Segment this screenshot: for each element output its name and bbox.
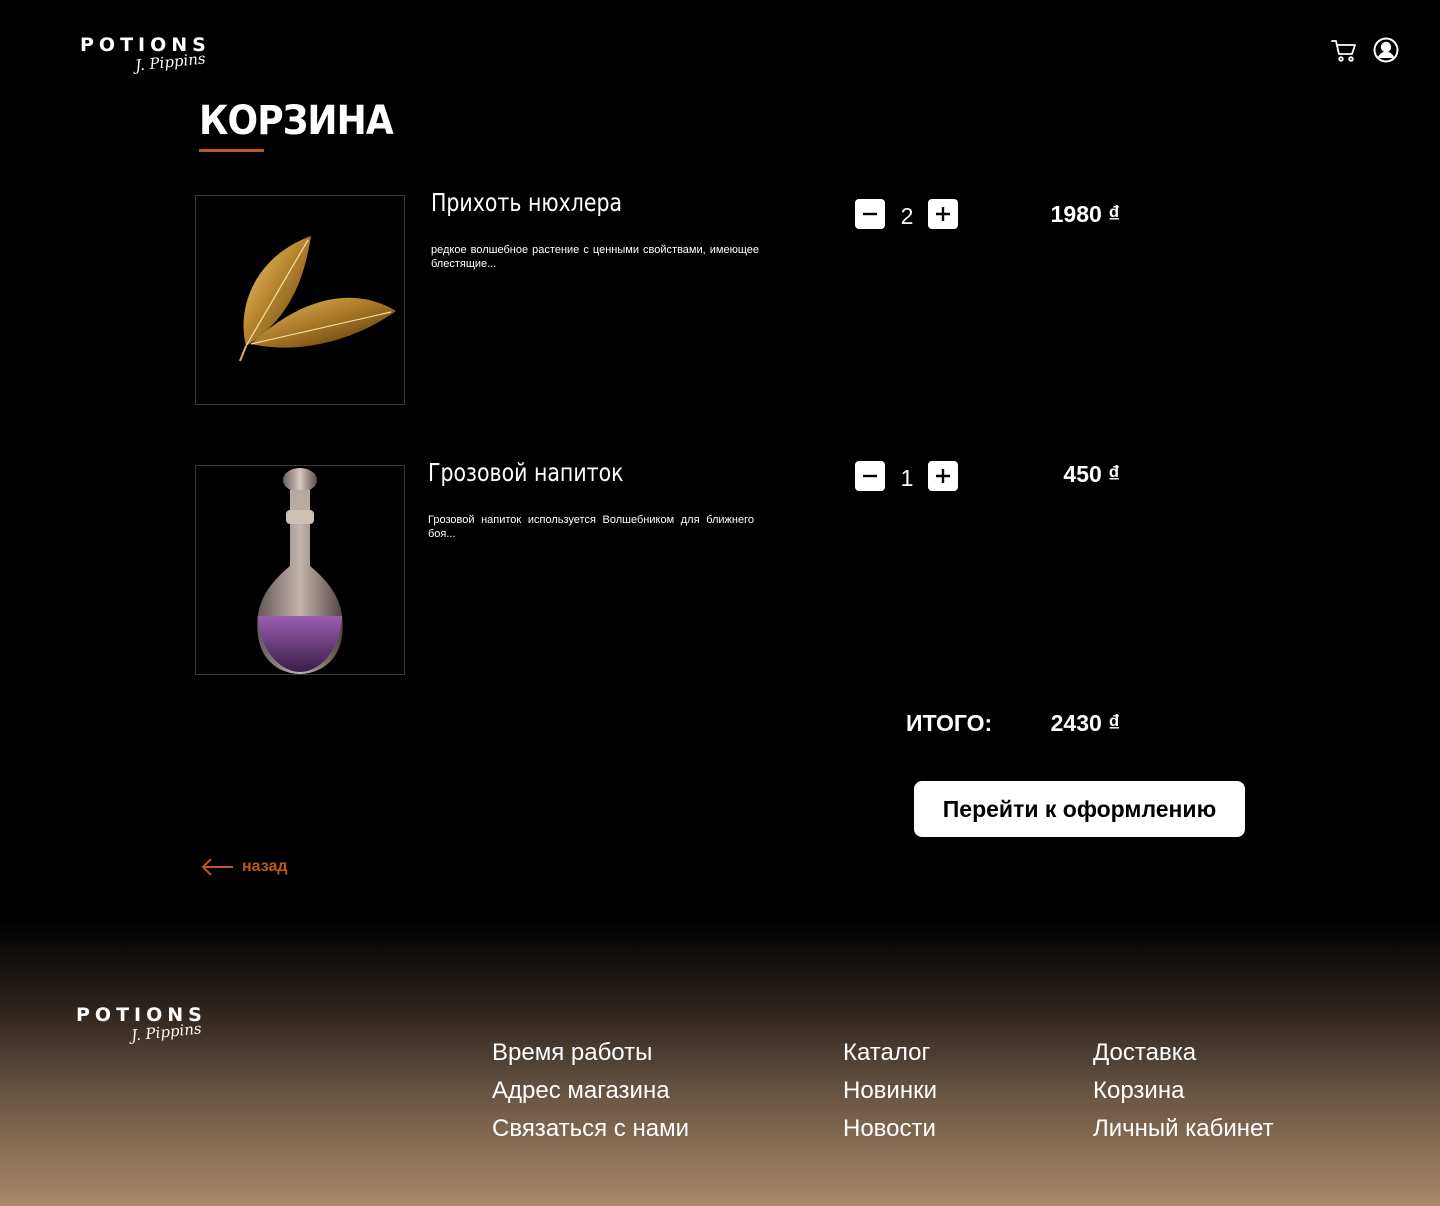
item-name[interactable]: Грозовой напиток [428,458,624,487]
footer-link-account[interactable]: Личный кабинет [1093,1110,1274,1148]
quantity-value: 1 [900,465,914,491]
potion-bottle-image [257,468,343,674]
user-icon[interactable] [1372,36,1400,64]
footer-link-news[interactable]: Новости [843,1110,937,1148]
footer-link-catalog[interactable]: Каталог [843,1034,937,1072]
item-price: 1980 ₫ [1050,201,1120,227]
title-underline [199,149,264,152]
increase-quantity-button[interactable] [928,461,958,491]
page-title: КОРЗИНА [199,98,394,144]
footer-link-cart[interactable]: Корзина [1093,1072,1274,1110]
footer-logo[interactable]: POTIONS J. Pippins [76,1006,207,1045]
arrow-left-icon [201,858,233,876]
back-link-label: назад [242,858,288,875]
plus-icon [936,207,950,221]
item-description: редкое волшебное растение с ценными свой… [431,244,759,270]
minus-icon [863,474,877,478]
total-value: 2430 ₫ [1050,710,1120,736]
item-image-leaf[interactable] [195,195,405,405]
decrease-quantity-button[interactable] [855,461,885,491]
item-price: 450 ₫ [1063,461,1120,487]
footer-link-contact[interactable]: Связаться с нами [492,1110,689,1148]
header-icons [1330,36,1400,64]
golden-leaf-image [239,236,396,362]
footer-link-address[interactable]: Адрес магазина [492,1072,689,1110]
footer-link-new[interactable]: Новинки [843,1072,937,1110]
minus-icon [863,212,877,216]
increase-quantity-button[interactable] [928,199,958,229]
decrease-quantity-button[interactable] [855,199,885,229]
checkout-button[interactable]: Перейти к оформлению [914,781,1245,837]
footer: POTIONS J. Pippins Время работы Адрес ма… [0,920,1440,1206]
cart-icon[interactable] [1330,36,1358,64]
footer-link-delivery[interactable]: Доставка [1093,1034,1274,1072]
footer-column-info: Время работы Адрес магазина Связаться с … [492,1034,689,1148]
footer-column-catalog: Каталог Новинки Новости [843,1034,937,1148]
item-image-potion[interactable] [195,465,405,675]
item-description: Грозовой напиток используется Волшебнико… [428,514,754,540]
footer-link-hours[interactable]: Время работы [492,1034,689,1072]
item-name[interactable]: Прихоть нюхлера [431,188,622,217]
quantity-value: 2 [900,203,914,229]
header-logo[interactable]: POTIONS J. Pippins [80,36,211,75]
plus-icon [936,469,950,483]
back-link[interactable]: назад [200,856,288,878]
footer-column-account: Доставка Корзина Личный кабинет [1093,1034,1274,1148]
